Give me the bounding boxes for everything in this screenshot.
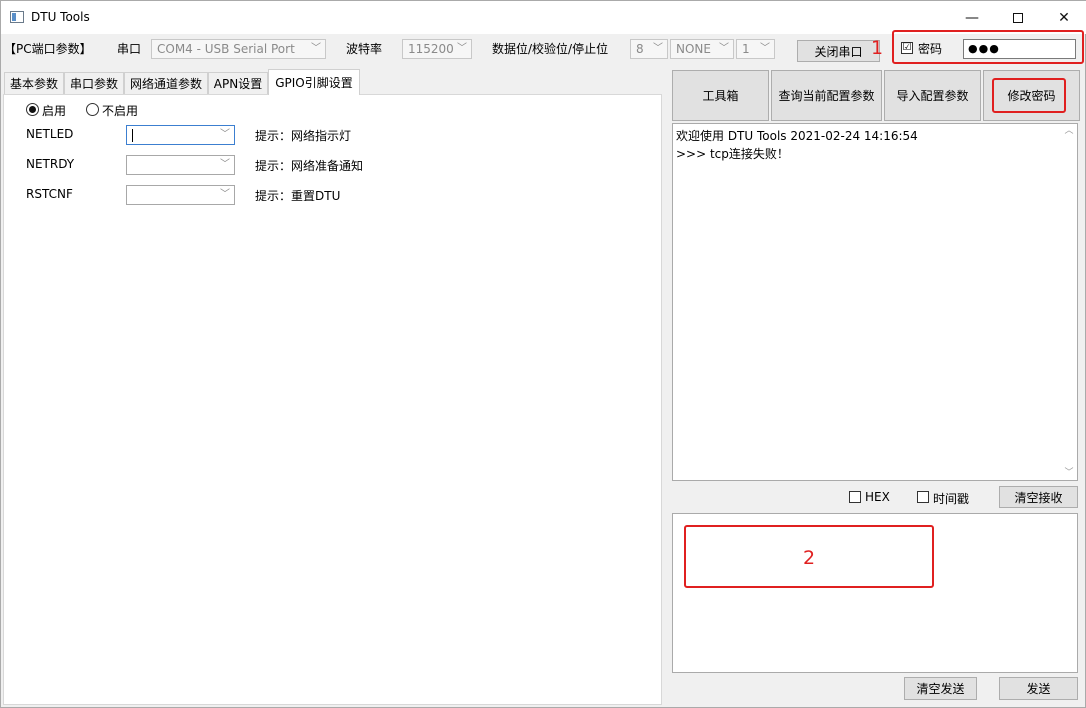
gpio-row-name: NETLED [26,127,74,141]
gpio-row-name: NETRDY [26,157,75,171]
hex-checkbox[interactable] [849,491,861,503]
annotation-box-1 [892,30,1084,64]
disable-label: 不启用 [102,104,139,118]
timestamp-label: 时间戳 [933,492,970,506]
tab-apn[interactable]: APN设置 [208,72,268,94]
port-select-value: COM4 - USB Serial Port [157,42,295,56]
chevron-down-icon: ﹀ [653,43,663,54]
port-label: 串口 [117,42,142,56]
chevron-down-icon: ﹀ [719,43,729,54]
gpio-row-hint: 提示：网络指示灯 [255,129,352,143]
main-window: DTU Tools — ✕ 【PC端口参数】 串口 COM4 - USB Ser… [0,0,1086,708]
send-button[interactable]: 发送 [999,677,1078,700]
parity-select[interactable]: NONE ﹀ [670,39,734,59]
netrdy-select[interactable]: ﹀ [126,155,235,175]
text-cursor [132,129,133,142]
baud-select-value: 115200 [408,42,454,56]
tab-network-channel[interactable]: 网络通道参数 [124,72,208,94]
stopbits-select[interactable]: 1 ﹀ [736,39,775,59]
import-config-button[interactable]: 导入配置参数 [884,70,981,121]
chevron-down-icon: ﹀ [311,43,321,54]
databits-value: 8 [636,42,644,56]
parity-value: NONE [676,42,711,56]
toolbox-button[interactable]: 工具箱 [672,70,769,121]
gpio-panel [3,94,662,705]
chevron-down-icon: ﹀ [220,189,230,200]
log-line: >>> tcp连接失败！ [676,147,789,161]
query-config-button[interactable]: 查询当前配置参数 [771,70,882,121]
tab-serial[interactable]: 串口参数 [64,72,124,94]
chevron-down-icon: ﹀ [457,43,467,54]
minimize-icon: — [965,9,979,26]
clear-receive-button[interactable]: 清空接收 [999,486,1078,508]
clear-send-button[interactable]: 清空发送 [904,677,977,700]
baud-label: 波特率 [346,42,383,56]
receive-log[interactable]: 欢迎使用 DTU Tools 2021-02-24 14:16:54 >>> t… [672,123,1078,481]
tab-gpio[interactable]: GPIO引脚设置 [268,69,360,95]
annotation-box-3 [992,78,1066,113]
gpio-row-name: RSTCNF [26,187,73,201]
stopbits-value: 1 [742,42,750,56]
annotation-2: 2 [803,547,816,569]
tab-basic[interactable]: 基本参数 [4,72,64,94]
enable-label: 启用 [42,104,67,118]
timestamp-checkbox[interactable] [917,491,929,503]
chevron-down-icon: ﹀ [220,129,230,140]
app-icon [10,11,24,23]
rstcnf-select[interactable]: ﹀ [126,185,235,205]
port-select[interactable]: COM4 - USB Serial Port ﹀ [151,39,326,59]
databits-select[interactable]: 8 ﹀ [630,39,668,59]
netled-select[interactable]: ﹀ [126,125,235,145]
log-line: 欢迎使用 DTU Tools 2021-02-24 14:16:54 [676,129,918,143]
chevron-down-icon: ﹀ [760,43,770,54]
gpio-row-hint: 提示：网络准备通知 [255,159,364,173]
maximize-icon [1013,12,1023,23]
close-icon: ✕ [1058,9,1070,26]
pc-port-section-label: 【PC端口参数】 [4,42,92,56]
scroll-up-icon[interactable]: ︿ [1062,124,1076,138]
disable-radio[interactable] [86,103,99,116]
close-port-button[interactable]: 关闭串口 [797,40,880,62]
hex-label: HEX [865,490,890,504]
gpio-row-hint: 提示：重置DTU [255,189,341,203]
window-title: DTU Tools [31,10,90,24]
format-label: 数据位/校验位/停止位 [492,42,609,56]
scroll-down-icon[interactable]: ﹀ [1062,466,1076,480]
baud-select[interactable]: 115200 ﹀ [402,39,472,59]
chevron-down-icon: ﹀ [220,159,230,170]
enable-radio[interactable] [26,103,39,116]
annotation-1: 1 [871,37,884,59]
